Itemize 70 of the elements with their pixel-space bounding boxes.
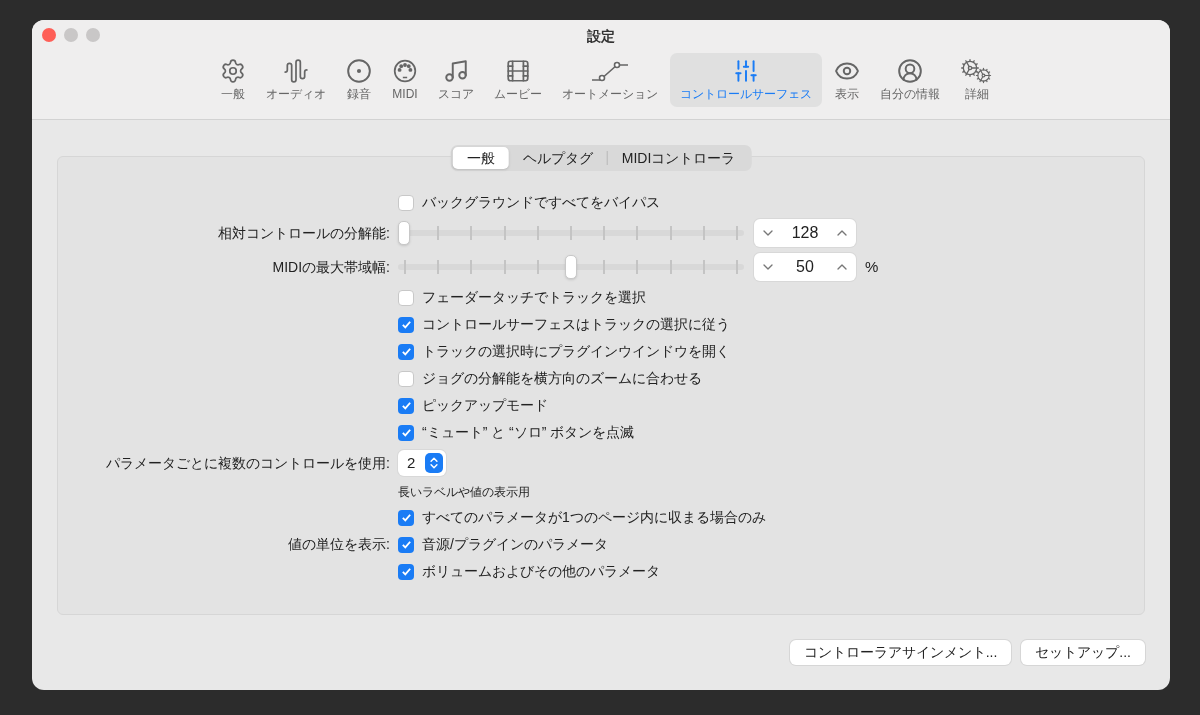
segment-tab[interactable]: ヘルプタグ: [508, 147, 607, 169]
up-down-icon: [425, 453, 443, 473]
gears-icon: [960, 57, 994, 85]
segment-tab[interactable]: 一般: [452, 147, 509, 169]
checkmark-icon: [400, 319, 412, 330]
checkbox[interactable]: [398, 509, 414, 526]
toolbar-tab[interactable]: 一般: [212, 53, 254, 107]
checkmark-icon: [400, 346, 412, 357]
unit-label: %: [865, 256, 879, 277]
stepper-value: 50: [796, 257, 814, 277]
checkbox-label: “ミュート” と “ソロ” ボタンを点滅: [422, 423, 635, 442]
popup-button[interactable]: 2: [398, 450, 446, 476]
toolbar-tab[interactable]: オーディオ: [258, 53, 334, 107]
waveform-icon: [283, 57, 309, 85]
slider-thumb[interactable]: [398, 221, 410, 245]
slider[interactable]: [398, 221, 744, 245]
sliders-icon: [733, 57, 759, 85]
checkmark-icon: [400, 427, 412, 438]
checkbox-label: すべてのパラメータが1つのページ内に収まる場合のみ: [422, 508, 766, 527]
checkbox[interactable]: [398, 194, 414, 211]
setting-label: 値の単位を表示:: [287, 535, 390, 554]
gear-icon: [220, 57, 246, 85]
record-icon: [346, 57, 372, 85]
checkbox-label: バックグラウンドですべてをバイパス: [422, 193, 660, 212]
checkbox[interactable]: [398, 397, 414, 414]
toolbar-tab[interactable]: 自分の情報: [872, 53, 948, 107]
checkbox-label: 音源/プラグインのパラメータ: [422, 535, 608, 554]
dialog-button[interactable]: コントローラアサインメント...: [789, 640, 1012, 665]
toolbar-tab[interactable]: 録音: [338, 53, 380, 107]
slider[interactable]: [398, 255, 744, 279]
checkbox[interactable]: [398, 370, 414, 387]
toolbar-tab[interactable]: ムービー: [486, 53, 550, 107]
checkbox-label: ピックアップモード: [422, 396, 548, 415]
checkbox[interactable]: [398, 316, 414, 333]
stepper-field[interactable]: 128: [754, 219, 856, 247]
toolbar-tab[interactable]: 詳細: [952, 53, 1002, 107]
checkmark-icon: [400, 539, 412, 550]
person-circle-icon: [897, 57, 923, 85]
checkbox[interactable]: [398, 343, 414, 360]
midi-connector-icon: [392, 57, 418, 85]
checkbox-label: トラックの選択時にプラグインウインドウを開く: [422, 342, 730, 361]
checkmark-icon: [400, 512, 412, 523]
film-icon: [505, 57, 531, 85]
checkbox-label: ジョグの分解能を横方向のズームに合わせる: [422, 369, 702, 388]
stepper-field[interactable]: 50: [754, 253, 856, 281]
close-button[interactable]: [42, 28, 56, 42]
slider-thumb[interactable]: [565, 255, 577, 279]
setting-label: MIDIの最大帯域幅:: [271, 257, 390, 277]
music-notes-icon: [443, 57, 469, 85]
checkbox[interactable]: [398, 289, 414, 306]
toolbar-tab[interactable]: コントロールサーフェス: [670, 53, 822, 107]
checkbox[interactable]: [398, 424, 414, 441]
checkbox-label: ボリュームおよびその他のパラメータ: [422, 562, 660, 581]
dialog-button[interactable]: セットアップ...: [1021, 640, 1145, 665]
window-title: 設定: [587, 27, 615, 46]
toolbar-tab[interactable]: MIDI: [384, 53, 426, 107]
checkbox[interactable]: [398, 536, 414, 553]
toolbar-tab[interactable]: オートメーション: [554, 53, 666, 107]
segment-tab[interactable]: MIDIコントローラ: [607, 147, 750, 169]
setting-label: 相対コントロールの分解能:: [217, 223, 390, 243]
toolbar-tab[interactable]: 表示: [826, 53, 868, 107]
stepper-value: 128: [791, 223, 819, 243]
checkbox-label: コントロールサーフェスはトラックの選択に従う: [422, 315, 730, 334]
checkmark-icon: [400, 400, 412, 411]
setting-label: パラメータごとに複数のコントロールを使用:: [105, 453, 390, 473]
checkbox-label: フェーダータッチでトラックを選択: [422, 288, 646, 307]
checkbox[interactable]: [398, 563, 414, 580]
note-text: 長いラベルや値の表示用: [398, 484, 530, 501]
toolbar-tab[interactable]: スコア: [430, 53, 482, 107]
checkmark-icon: [400, 566, 412, 577]
